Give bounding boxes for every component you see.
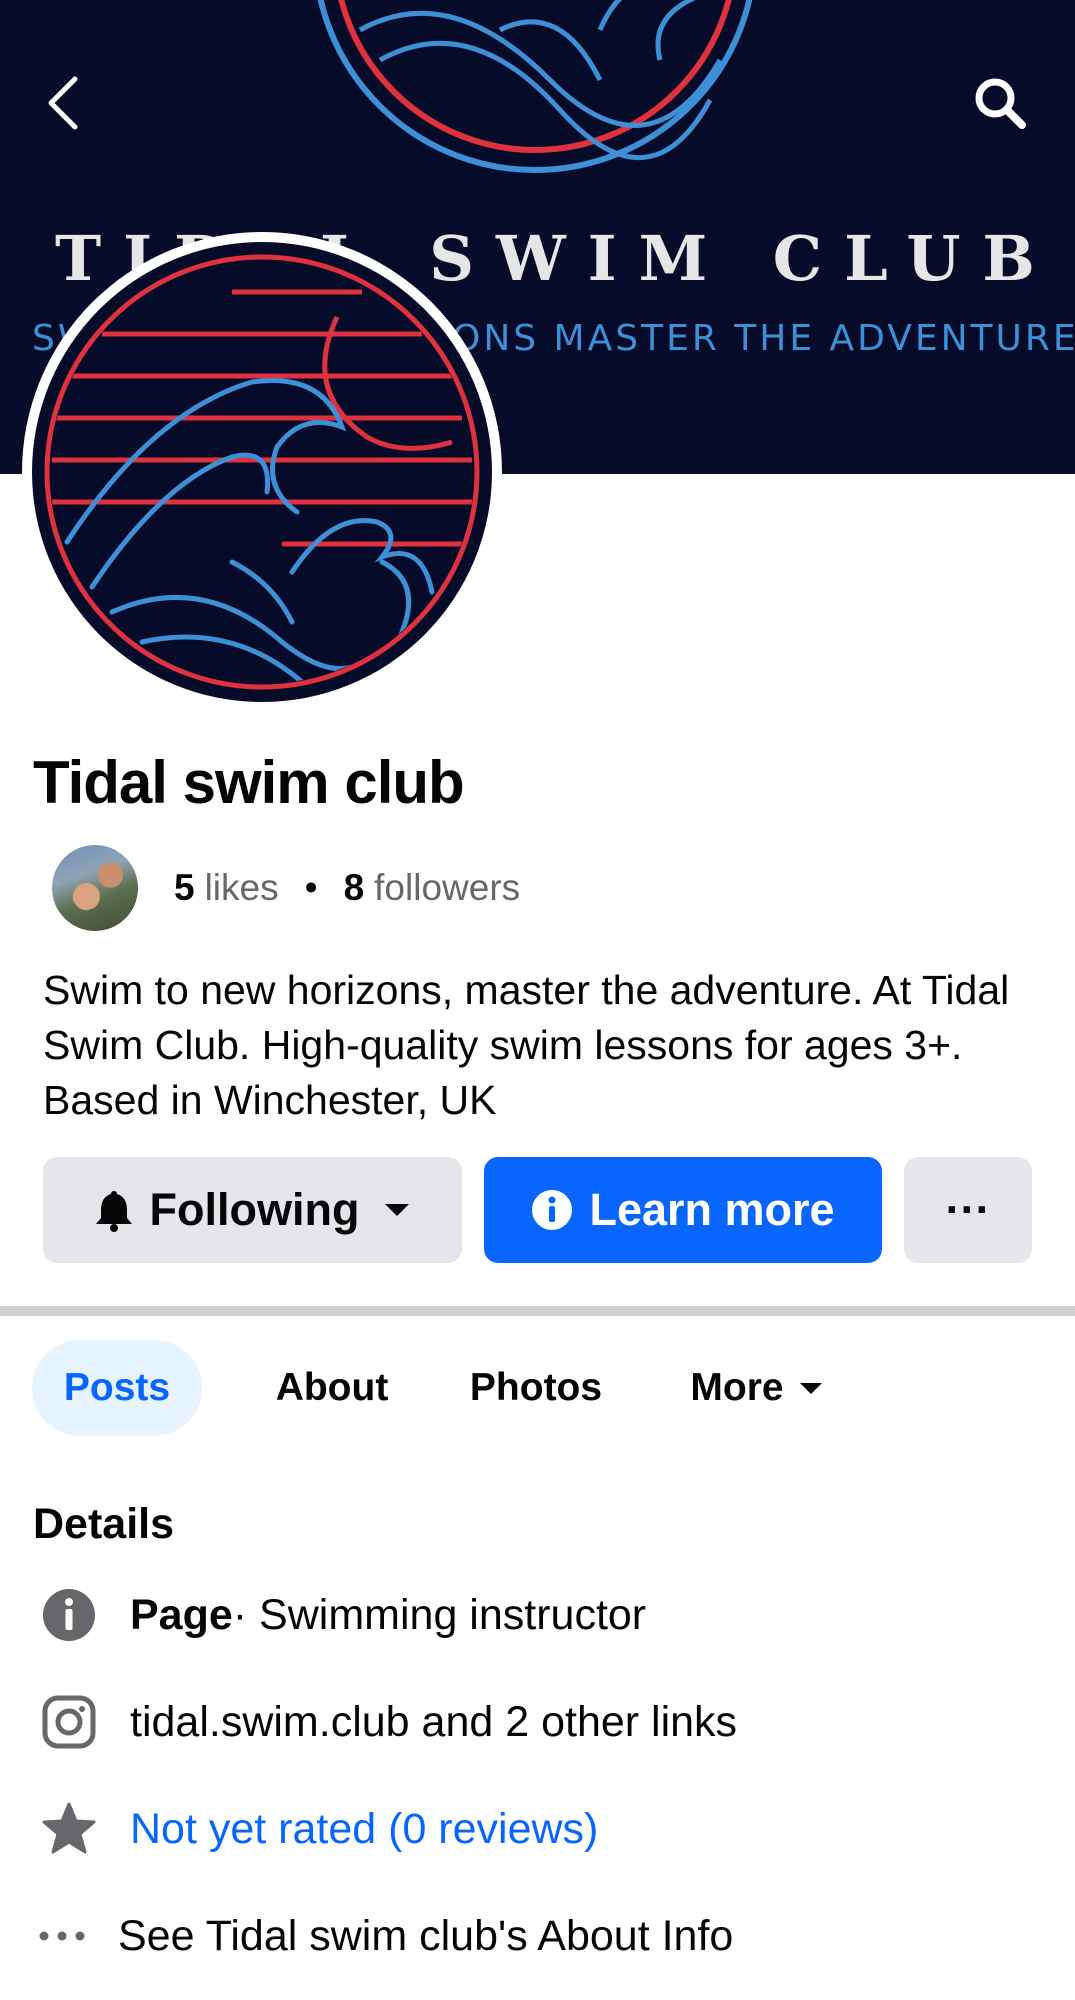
section-divider (0, 1306, 1075, 1316)
followers-label[interactable]: followers (374, 867, 520, 909)
search-icon (975, 78, 1026, 129)
detail-about-info[interactable]: See Tidal swim club's About Info (38, 1901, 733, 1971)
following-button[interactable]: Following (43, 1157, 462, 1263)
details-heading: Details (33, 1500, 175, 1548)
tab-posts[interactable]: Posts (32, 1340, 202, 1436)
following-label: Following (149, 1184, 360, 1235)
cover-tagline-end: ONS MASTER THE ADVENTURE (452, 318, 1075, 359)
learn-more-button[interactable]: Learn more (484, 1157, 882, 1263)
detail-page-category: Page · Swimming instructor (38, 1580, 646, 1650)
tab-more[interactable]: More (672, 1340, 842, 1436)
likes-count[interactable]: 5 (174, 867, 195, 909)
links-text[interactable]: tidal.swim.club and 2 other links (130, 1698, 737, 1747)
tab-more-label: More (690, 1366, 784, 1409)
info-icon (532, 1190, 573, 1230)
instagram-icon (38, 1691, 100, 1753)
cover-logo-graphic (317, 0, 753, 173)
followers-count[interactable]: 8 (344, 867, 365, 909)
caret-down-icon (799, 1383, 822, 1394)
detail-rating[interactable]: Not yet rated (0 reviews) (38, 1794, 598, 1864)
page-bio: Swim to new horizons, master the adventu… (43, 967, 1010, 1123)
page-title: Tidal swim club (33, 749, 465, 816)
page-category-text: · Swimming instructor (232, 1590, 647, 1639)
tab-about[interactable]: About (257, 1340, 407, 1436)
profile-picture[interactable] (22, 232, 502, 712)
about-info-text[interactable]: See Tidal swim club's About Info (118, 1912, 733, 1961)
more-options-label: ··· (945, 1184, 991, 1235)
likes-label[interactable]: likes (205, 867, 279, 909)
more-options-button[interactable]: ··· (904, 1157, 1032, 1263)
stats-separator: • (304, 867, 318, 908)
tab-photos[interactable]: Photos (450, 1340, 622, 1436)
star-icon (38, 1798, 100, 1860)
chevron-left-icon (48, 76, 78, 130)
detail-links[interactable]: tidal.swim.club and 2 other links (38, 1687, 737, 1757)
info-circle-icon (38, 1584, 100, 1646)
bell-icon (95, 1191, 132, 1232)
learn-more-label: Learn more (589, 1184, 835, 1235)
friend-avatar[interactable] (52, 845, 138, 931)
search-button[interactable] (965, 68, 1035, 138)
page-stats: 5 likes • 8 followers (52, 845, 520, 931)
club-logo (32, 242, 492, 702)
back-button[interactable] (28, 68, 98, 138)
caret-down-icon (385, 1204, 410, 1216)
rating-link[interactable]: Not yet rated (0 reviews) (130, 1805, 598, 1854)
ellipsis-icon (38, 1905, 86, 1967)
page-type-label: Page (130, 1590, 233, 1639)
